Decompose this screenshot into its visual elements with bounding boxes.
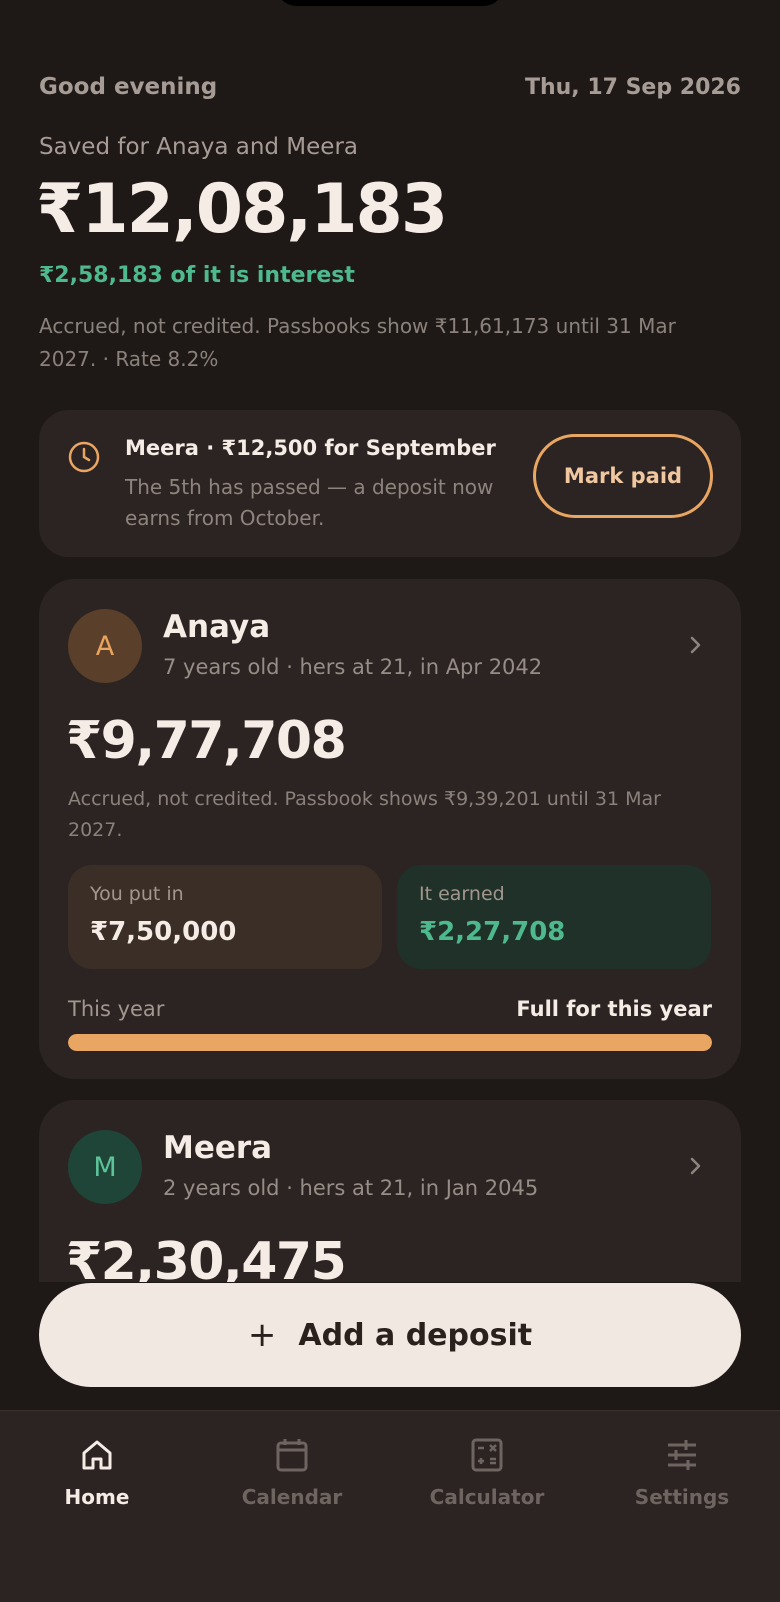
- tab-home[interactable]: Home: [22, 1435, 172, 1525]
- child-name: Anaya: [163, 609, 271, 645]
- child-amount: ₹9,77,708: [66, 711, 347, 771]
- put-in-stat: You put in ₹7,50,000: [68, 865, 382, 969]
- year-label: This year: [68, 997, 165, 1021]
- greeting: Good evening: [39, 74, 218, 100]
- child-accrued-note: Accrued, not credited. Passbook shows ₹9…: [68, 788, 661, 841]
- home-screen: Good evening Thu, 17 Sep 2026 Saved for …: [0, 0, 780, 1602]
- reminder-title: Meera · ₹12,500 for September: [125, 436, 496, 460]
- chevron-right-icon[interactable]: [687, 1152, 705, 1180]
- accrued-note: Accrued, not credited. Passbooks show ₹1…: [39, 314, 676, 371]
- reminder-text: The 5th has passed — a deposit now earns…: [125, 475, 494, 530]
- top-bar: Good evening Thu, 17 Sep 2026: [39, 74, 741, 100]
- put-in-label: You put in: [90, 883, 184, 905]
- mark-paid-button[interactable]: Mark paid: [533, 434, 713, 518]
- earned-label: It earned: [419, 883, 505, 905]
- tab-settings[interactable]: Settings: [607, 1435, 757, 1525]
- saved-label: Saved for Anaya and Meera: [39, 134, 359, 160]
- child-card-meera[interactable]: M Meera 2 years old · hers at 21, in Jan…: [39, 1100, 741, 1282]
- tab-label: Calculator: [429, 1485, 545, 1509]
- year-progress-fill: [68, 1034, 712, 1051]
- tab-calculator[interactable]: Calculator: [412, 1435, 562, 1525]
- bottom-tab-bar: Home Calendar Calculator Settings: [0, 1410, 780, 1602]
- plus-icon: +: [247, 1315, 277, 1355]
- earned-value: ₹2,27,708: [419, 917, 566, 947]
- avatar: M: [68, 1130, 142, 1204]
- put-in-value: ₹7,50,000: [90, 917, 237, 947]
- total-amount: ₹12,08,183: [36, 170, 448, 249]
- tab-label: Calendar: [241, 1485, 343, 1509]
- add-deposit-button[interactable]: + Add a deposit: [39, 1283, 741, 1387]
- child-amount: ₹2,30,475: [66, 1232, 347, 1282]
- clock-icon: [68, 441, 100, 473]
- child-name: Meera: [163, 1130, 273, 1166]
- calculator-icon: [471, 1438, 503, 1472]
- tab-calendar[interactable]: Calendar: [217, 1435, 367, 1525]
- deposit-reminder-card: Meera · ₹12,500 for September The 5th ha…: [39, 410, 741, 557]
- home-scroll-area[interactable]: Good evening Thu, 17 Sep 2026 Saved for …: [0, 0, 780, 1282]
- interest-summary: ₹2,58,183 of it is interest: [39, 263, 355, 288]
- year-status: Full for this year: [516, 997, 712, 1021]
- home-icon: [82, 1440, 112, 1470]
- child-subtitle: 7 years old · hers at 21, in Apr 2042: [163, 655, 543, 679]
- calendar-icon: [276, 1439, 308, 1472]
- tab-label: Home: [64, 1485, 130, 1509]
- child-card-anaya[interactable]: A Anaya 7 years old · hers at 21, in Apr…: [39, 579, 741, 1079]
- tab-label: Settings: [634, 1485, 730, 1509]
- year-progress-bar: [68, 1034, 712, 1051]
- sliders-icon: [668, 1440, 696, 1470]
- current-date: Thu, 17 Sep 2026: [524, 74, 741, 100]
- add-deposit-label: Add a deposit: [298, 1317, 533, 1353]
- avatar: A: [68, 609, 142, 683]
- child-subtitle: 2 years old · hers at 21, in Jan 2045: [163, 1176, 539, 1200]
- earned-stat: It earned ₹2,27,708: [397, 865, 711, 969]
- chevron-right-icon[interactable]: [687, 631, 705, 659]
